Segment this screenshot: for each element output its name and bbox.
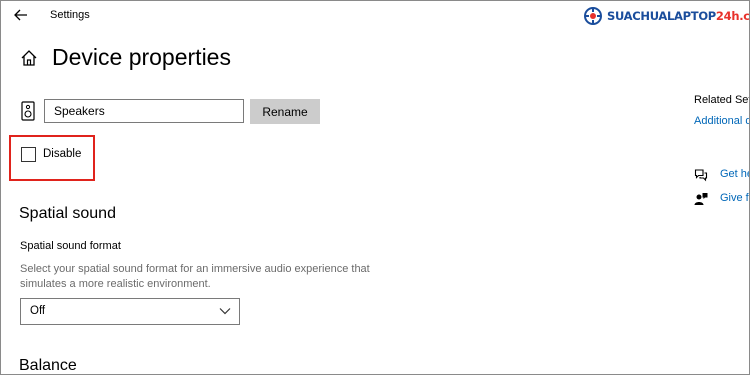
additional-device-properties-link[interactable]: Additional d — [694, 115, 749, 127]
disable-checkbox[interactable] — [21, 147, 36, 162]
help-chat-icon — [694, 169, 708, 182]
related-settings-heading: Related Sett — [694, 94, 750, 106]
window-title: Settings — [50, 9, 90, 21]
page-title: Device properties — [52, 44, 231, 70]
spatial-sound-heading: Spatial sound — [19, 205, 116, 222]
spatial-sound-help-text: Select your spatial sound format for an … — [20, 263, 370, 290]
brand-watermark: SUACHUALAPTOP24h.com — [583, 5, 750, 27]
dropdown-selected-value: Off — [30, 305, 46, 317]
home-icon[interactable] — [19, 48, 39, 68]
spatial-sound-format-dropdown[interactable]: Off — [20, 298, 240, 325]
speaker-icon — [21, 101, 35, 121]
get-help-link[interactable]: Get he — [720, 168, 749, 180]
feedback-icon — [694, 193, 708, 205]
balance-heading: Balance — [19, 357, 77, 374]
disable-label: Disable — [43, 148, 82, 160]
settings-window: Settings SUACHUALAPTOP24h.com Device pro… — [0, 0, 750, 375]
spatial-sound-format-label: Spatial sound format — [20, 240, 121, 252]
give-feedback-link[interactable]: Give fe — [720, 192, 749, 204]
back-arrow-icon[interactable] — [11, 6, 31, 24]
brand-logo-icon — [584, 7, 602, 25]
device-name-input[interactable] — [44, 99, 244, 123]
chevron-down-icon — [219, 308, 231, 315]
rename-button[interactable]: Rename — [250, 99, 320, 124]
brand-text: SUACHUALAPTOP24h.com — [607, 9, 750, 23]
